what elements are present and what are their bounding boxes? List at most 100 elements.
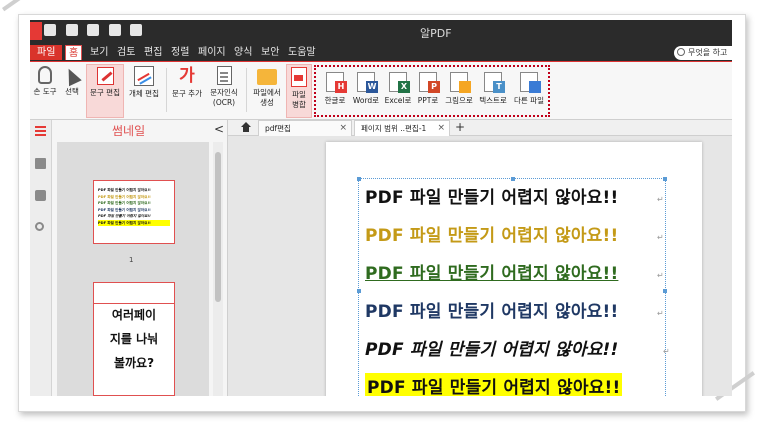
comment-icon[interactable] bbox=[35, 190, 46, 201]
convert-to-word-button[interactable]: W Word로 bbox=[350, 69, 382, 106]
print-icon[interactable] bbox=[87, 24, 99, 36]
text-edit-button[interactable]: 문구 편집 bbox=[86, 64, 124, 118]
ocr-button[interactable]: 문자인식 (OCR) bbox=[206, 64, 242, 118]
text-edit-label: 문구 편집 bbox=[90, 88, 120, 97]
thumbnail-selection-box bbox=[93, 282, 175, 304]
create-from-file-button[interactable]: 파일에서 생성 bbox=[250, 64, 284, 118]
document-text-line[interactable]: PDF 파일 만들기 어렵지 않아요!! bbox=[365, 297, 618, 322]
menu-review[interactable]: 검토 bbox=[114, 45, 138, 60]
thumbnail-list: PDF 파일 만들기 어렵지 않아요!! PDF 파일 만들기 어렵지 않아요!… bbox=[57, 142, 209, 396]
create-label-line2: 생성 bbox=[260, 98, 274, 107]
collapse-panel-chevron-icon[interactable]: < bbox=[214, 122, 224, 136]
close-tab-icon[interactable]: × bbox=[339, 121, 347, 136]
object-edit-label: 개체 편집 bbox=[129, 89, 159, 98]
tab-pdf-edit[interactable]: pdf편집 × bbox=[258, 120, 352, 136]
convert-to-other-label: 다른 파일 bbox=[514, 96, 544, 105]
document-text-line[interactable]: PDF 파일 만들기 어렵지 않아요!! bbox=[365, 259, 618, 284]
resize-handle[interactable] bbox=[663, 177, 667, 181]
convert-to-ppt-button[interactable]: P PPT로 bbox=[414, 69, 442, 106]
thumbnail-panel-title: 썸네일 bbox=[112, 124, 146, 138]
search-placeholder: 무엇을 하고 bbox=[688, 48, 728, 57]
document-workspace: PDF 파일 만들기 어렵지 않아요!! PDF 파일 만들기 어렵지 않아요!… bbox=[228, 136, 732, 396]
ribbon-divider bbox=[246, 68, 247, 112]
save-icon[interactable] bbox=[44, 24, 56, 36]
search-icon[interactable] bbox=[35, 222, 44, 231]
menu-security[interactable]: 보안 bbox=[258, 45, 282, 60]
close-tab-icon[interactable]: × bbox=[437, 121, 445, 136]
thumbnail-line: PDF 파일 만들기 어렵지 않아요!! bbox=[98, 219, 170, 226]
menu-help[interactable]: 도움말 bbox=[285, 45, 319, 60]
document-text-line[interactable]: PDF 파일 만들기 어렵지 않아요!! bbox=[365, 183, 618, 208]
decorative-swoosh bbox=[2, 0, 42, 12]
word-file-icon: W bbox=[357, 72, 378, 93]
search-input[interactable]: 무엇을 하고 bbox=[674, 46, 732, 60]
excel-file-icon: X bbox=[389, 72, 410, 93]
resize-handle[interactable] bbox=[511, 177, 515, 181]
scrollbar-thumb[interactable] bbox=[215, 152, 221, 302]
menu-arrange[interactable]: 정렬 bbox=[168, 45, 192, 60]
page-thumbnail-1[interactable]: PDF 파일 만들기 어렵지 않아요!! PDF 파일 만들기 어렵지 않아요!… bbox=[93, 180, 175, 244]
add-text-button[interactable]: 가 문구 추가 bbox=[170, 64, 204, 118]
page-number-1: 1 bbox=[129, 256, 134, 264]
document-page: PDF 파일 만들기 어렵지 않아요!! PDF 파일 만들기 어렵지 않아요!… bbox=[326, 142, 702, 396]
tab-label: 페이지 범위 ..편집-1 bbox=[361, 124, 427, 133]
select-label: 선택 bbox=[65, 87, 79, 96]
thumbnail-scrollbar[interactable] bbox=[213, 142, 223, 396]
convert-to-hwp-button[interactable]: H 한글로 bbox=[320, 69, 350, 106]
undo-icon[interactable] bbox=[108, 24, 121, 36]
convert-to-text-button[interactable]: T 텍스트로 bbox=[476, 69, 510, 106]
convert-to-image-label: 그림으로 bbox=[445, 96, 473, 105]
menu-view[interactable]: 보기 bbox=[87, 45, 111, 60]
menu-file[interactable]: 파일 bbox=[30, 45, 63, 60]
add-text-icon: 가 bbox=[179, 66, 195, 86]
menu-form[interactable]: 양식 bbox=[231, 45, 255, 60]
convert-to-text-label: 텍스트로 bbox=[479, 96, 507, 105]
selected-text-box[interactable]: PDF 파일 만들기 어렵지 않아요!! PDF 파일 만들기 어렵지 않아요!… bbox=[357, 177, 670, 396]
menu-page[interactable]: 페이지 bbox=[195, 45, 229, 60]
hand-icon bbox=[38, 66, 52, 84]
document-tab-strip: pdf편집 × 페이지 범위 ..편집-1 × + bbox=[228, 120, 732, 136]
add-tab-icon[interactable]: + bbox=[455, 120, 465, 135]
convert-to-ppt-label: PPT로 bbox=[417, 96, 439, 105]
convert-to-hwp-label: 한글로 bbox=[324, 96, 346, 105]
open-icon[interactable] bbox=[65, 24, 78, 36]
thumbnail-line: 볼까요? bbox=[113, 356, 155, 370]
bookmark-icon[interactable] bbox=[35, 158, 46, 169]
image-file-icon bbox=[450, 72, 471, 93]
home-icon[interactable] bbox=[240, 122, 252, 133]
thumbnails-panel-icon[interactable] bbox=[35, 126, 46, 137]
thumbnail-line: 지를 나눠 bbox=[109, 332, 159, 346]
text-edit-icon bbox=[96, 67, 114, 85]
redo-icon[interactable] bbox=[130, 24, 142, 36]
resize-handle[interactable] bbox=[357, 177, 361, 181]
other-file-icon bbox=[520, 72, 541, 93]
tab-label: pdf편집 bbox=[265, 124, 291, 133]
convert-to-other-button[interactable]: 다른 파일 bbox=[510, 69, 548, 106]
document-text-line[interactable]: PDF 파일 만들기 어렵지 않아요!! bbox=[365, 373, 623, 396]
ocr-icon bbox=[216, 66, 232, 85]
select-button[interactable]: 선택 bbox=[60, 64, 84, 118]
hand-tool-label: 손 도구 bbox=[33, 87, 57, 96]
paragraph-mark: ↵ bbox=[657, 309, 664, 318]
hand-tool-button[interactable]: 손 도구 bbox=[32, 64, 58, 118]
app-window: 알PDF 파일 홈 보기 검토 편집 정렬 페이지 양식 보안 도움말 무엇을 … bbox=[30, 20, 732, 396]
merge-files-button[interactable]: 파일 병합 bbox=[286, 64, 312, 118]
merge-label-line2: 병합 bbox=[292, 100, 306, 109]
ocr-label-line1: 문자인식 bbox=[210, 88, 238, 97]
paragraph-mark: ↵ bbox=[657, 233, 664, 242]
document-text-line[interactable]: PDF 파일 만들기 어렵지 않아요!! bbox=[365, 221, 618, 246]
menu-edit[interactable]: 편집 bbox=[141, 45, 165, 60]
paragraph-mark: ↵ bbox=[663, 347, 670, 356]
resize-handle[interactable] bbox=[357, 289, 361, 293]
cursor-icon bbox=[62, 65, 82, 87]
resize-handle[interactable] bbox=[663, 289, 667, 293]
tab-page-range-edit[interactable]: 페이지 범위 ..편집-1 × bbox=[354, 120, 450, 136]
document-text-line[interactable]: PDF 파일 만들기 어렵지 않아요!! bbox=[365, 335, 618, 360]
menu-bar: 파일 홈 보기 검토 편집 정렬 페이지 양식 보안 도움말 무엇을 하고 bbox=[30, 43, 732, 62]
convert-to-image-button[interactable]: 그림으로 bbox=[442, 69, 476, 106]
create-label-line1: 파일에서 bbox=[253, 88, 281, 97]
object-edit-button[interactable]: 개체 편집 bbox=[126, 64, 162, 118]
object-edit-icon bbox=[134, 66, 154, 86]
menu-home[interactable]: 홈 bbox=[65, 45, 83, 60]
convert-to-excel-button[interactable]: X Excel로 bbox=[382, 69, 414, 106]
